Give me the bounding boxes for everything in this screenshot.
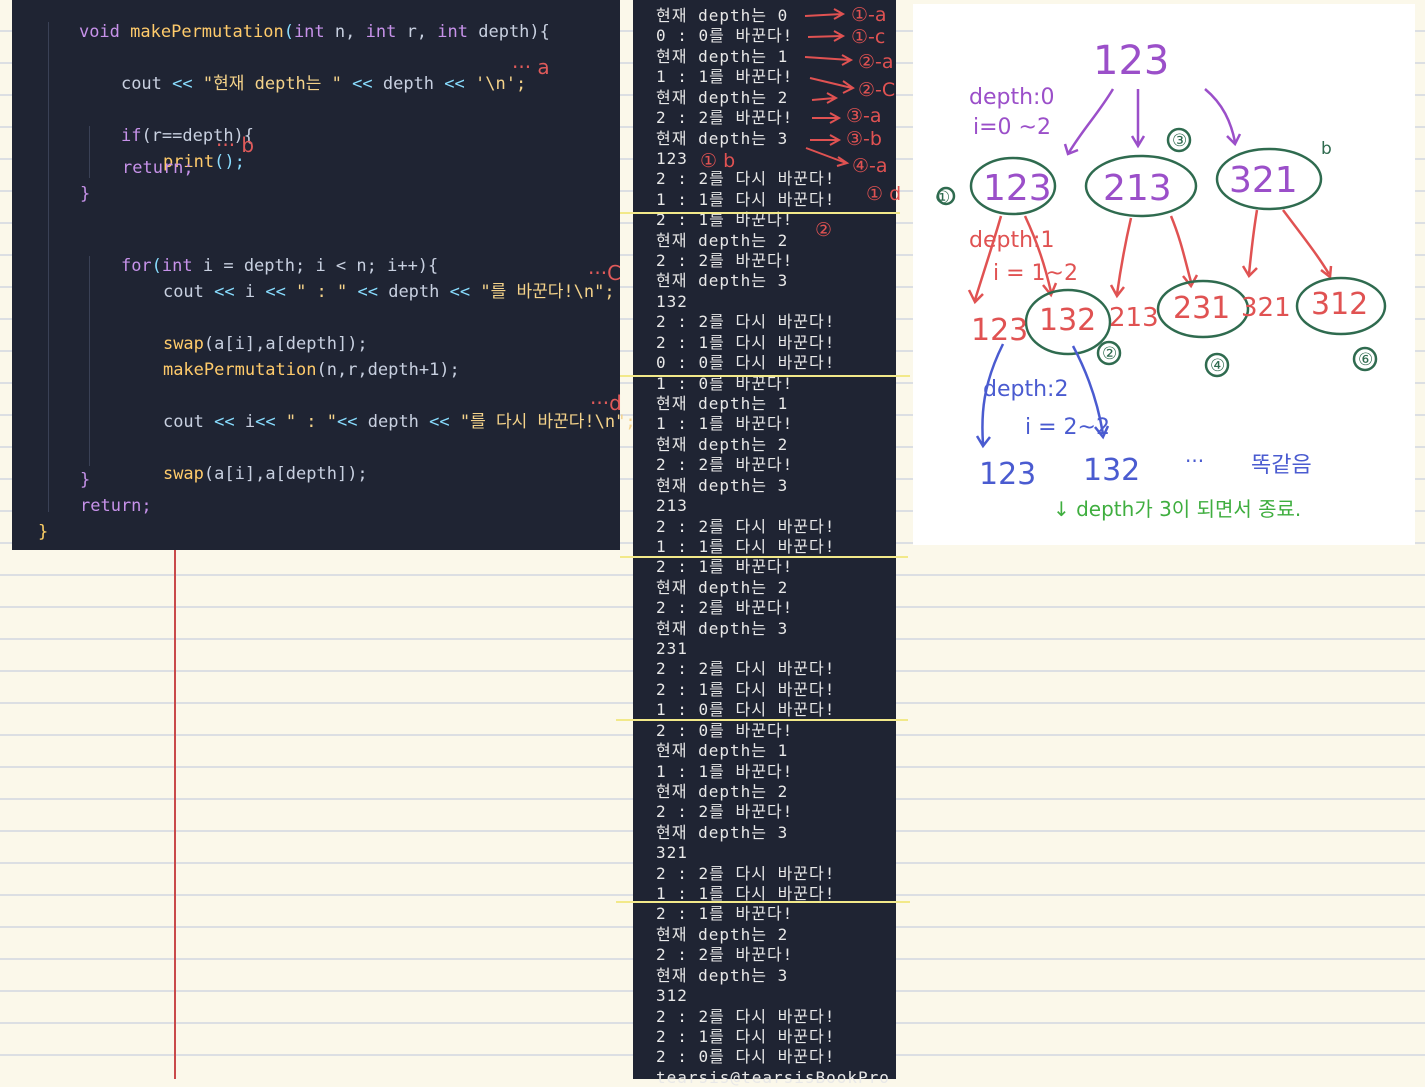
arrow-icon: [809, 77, 855, 94]
arrow-icon: [1109, 217, 1133, 299]
trace-mark: ① d: [866, 183, 901, 205]
arrow-icon: [1130, 89, 1146, 149]
level2-node-circled: 312: [1311, 287, 1368, 322]
level2-node: 321: [1241, 293, 1291, 323]
notes-panel: 123 depth:0 i=0 ~2 123 213 321 ① ③ b dep…: [913, 4, 1415, 545]
order-mark: ③: [1172, 131, 1187, 151]
level3-node: 123: [979, 457, 1036, 492]
level1-node: 213: [1103, 168, 1172, 209]
arrow-icon: [1241, 209, 1259, 279]
arrow-icon: [811, 92, 839, 104]
trace-mark: ④-a: [852, 155, 888, 177]
arrow-icon: [804, 8, 846, 20]
level2-node-circled: 132: [1039, 303, 1096, 338]
depth-label: depth:1: [969, 228, 1054, 253]
trace-mark: ① b: [700, 150, 735, 172]
arrow-icon: [1169, 215, 1199, 289]
root-node: 123: [1093, 38, 1169, 84]
order-mark: ①: [935, 188, 950, 208]
arrow-icon: [1282, 209, 1333, 280]
level1-node: 321: [1229, 160, 1298, 201]
arrow-icon: [810, 134, 842, 146]
footer-note: ↓ depth가 3이 되면서 종료.: [1053, 497, 1301, 521]
level2-node-circled: 231: [1173, 291, 1230, 326]
ellipsis: ···: [1185, 449, 1204, 473]
trace-mark: ③-b: [846, 128, 882, 150]
depth-label: depth:2: [983, 377, 1068, 402]
trace-mark: ③-a: [846, 105, 882, 127]
order-mark: ⑥: [1358, 350, 1373, 370]
order-mark: ④: [1210, 356, 1225, 376]
depth-label: depth:0: [969, 85, 1054, 110]
trace-mark: ②-a: [858, 51, 894, 73]
range-label: i = 2~2: [1025, 415, 1110, 440]
trace-mark: ①-c: [851, 26, 885, 48]
arrow-icon: [805, 147, 850, 167]
range-label: i = 1~2: [993, 261, 1078, 286]
level1-node: 123: [983, 168, 1052, 209]
arrow-icon: [812, 112, 842, 124]
arrow-icon: [804, 54, 854, 66]
level2-node: 123: [971, 313, 1028, 348]
arrow-icon: [1063, 88, 1115, 156]
recursion-tree-drawing: 123 depth:0 i=0 ~2 123 213 321 ① ③ b dep…: [935, 38, 1387, 521]
trace-mark: ②: [815, 219, 832, 241]
arrow-icon: [1204, 88, 1242, 147]
order-mark: ②: [1102, 344, 1117, 364]
trace-mark: ②-C: [858, 79, 895, 101]
range-label: i=0 ~2: [973, 115, 1051, 140]
order-mark: b: [1321, 139, 1332, 159]
same-note: 똑같음: [1251, 453, 1312, 478]
arrow-icon: [807, 30, 846, 42]
trace-mark: ①-a: [851, 4, 887, 26]
level3-node: 132: [1083, 453, 1140, 488]
level2-node: 213: [1109, 303, 1159, 333]
